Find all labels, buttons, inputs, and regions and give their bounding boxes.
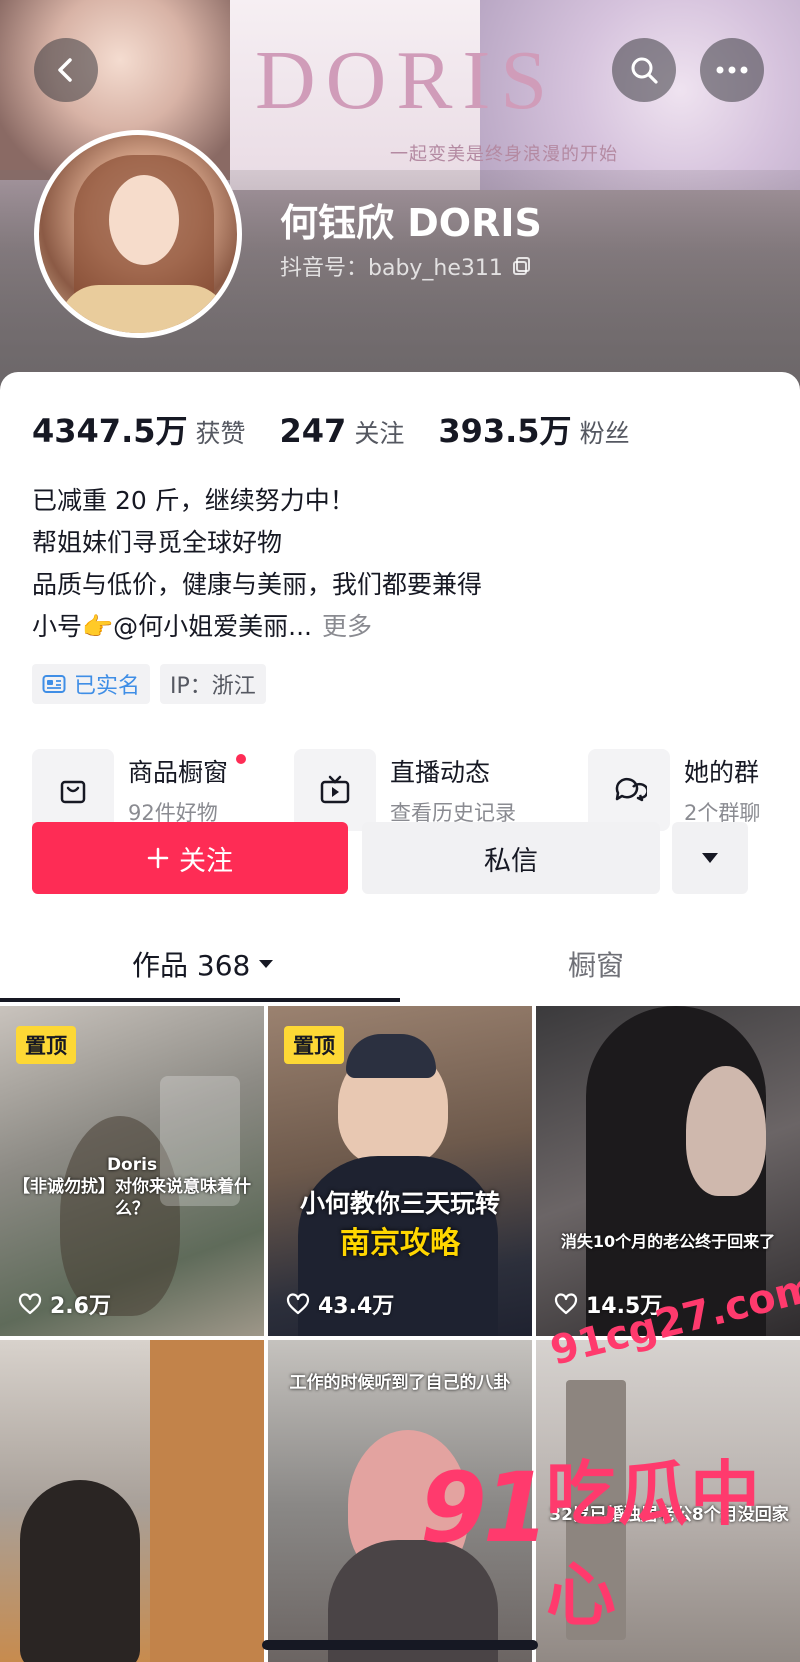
bio-line-text: 小号👉@何小姐爱美丽... — [32, 612, 312, 641]
bio-line-last: 小号👉@何小姐爱美丽... 更多 — [32, 606, 772, 648]
heart-icon — [18, 1293, 42, 1315]
watermark-logo: 91 — [420, 1452, 550, 1564]
feature-title: 她的群 — [684, 758, 760, 787]
video-caption-highlight: 南京攻略 — [340, 1226, 460, 1261]
stat-value: 4347.5万 — [32, 412, 188, 450]
stats-row: 4347.5万 获赞 247 关注 393.5万 粉丝 — [32, 406, 664, 452]
profile-page: DORIS 一起变美是终身浪漫的开始 何钰欣 DORIS 抖音号：baby_he… — [0, 0, 800, 1662]
feature-icon-box — [32, 749, 114, 831]
feature-icon-box — [588, 749, 670, 831]
feature-group-chat[interactable]: 她的群 2个群聊 — [588, 748, 760, 832]
video-caption: 消失10个月的老公终于回来了 — [560, 1232, 776, 1251]
more-options-button[interactable] — [672, 822, 748, 894]
verified-label: 已实名 — [74, 674, 141, 699]
verified-tag[interactable]: 已实名 — [32, 664, 151, 704]
like-count: 2.6万 — [18, 1288, 111, 1320]
follow-button[interactable]: 关注 — [32, 822, 348, 894]
bio[interactable]: 已减重 20 斤，继续努力中！ 帮姐妹们寻觅全球好物 品质与低价，健康与美丽，我… — [32, 480, 772, 648]
stat-following[interactable]: 247 关注 — [280, 412, 405, 450]
live-tv-icon — [320, 775, 350, 804]
content-tabs: 作品 368 橱窗 — [0, 932, 800, 1002]
stat-value: 393.5万 — [438, 412, 572, 450]
copy-icon[interactable] — [511, 255, 533, 277]
like-count-value: 43.4万 — [318, 1294, 395, 1319]
more-button[interactable] — [700, 38, 764, 102]
feature-title: 直播动态 — [390, 758, 491, 787]
video-caption: 小何教你三天玩转 — [299, 1189, 500, 1218]
ip-location-label: IP：浙江 — [170, 674, 256, 699]
video-caption: 工作的时候听到了自己的八卦 — [289, 1373, 511, 1393]
like-count: 43.4万 — [286, 1288, 394, 1320]
follow-label: 关注 — [179, 845, 233, 877]
like-count-value: 2.6万 — [50, 1294, 111, 1319]
video-thumbnail[interactable] — [0, 1340, 264, 1662]
feature-title: 商品橱窗 — [128, 758, 229, 787]
stat-label: 粉丝 — [579, 419, 630, 448]
nickname: 何钰欣 DORIS — [280, 201, 542, 245]
shopping-bag-icon — [60, 780, 86, 804]
feature-icon-box — [294, 749, 376, 831]
video-caption: Doris 【非诚勿扰】对你来说意味着什么？ — [13, 1155, 251, 1219]
avatar[interactable] — [34, 130, 242, 338]
stat-followers[interactable]: 393.5万 粉丝 — [438, 406, 629, 452]
message-label: 私信 — [484, 845, 538, 877]
pinned-badge: 置顶 — [284, 1026, 344, 1064]
ip-location-tag: IP：浙江 — [160, 664, 266, 704]
feature-row: 商品橱窗 92件好物 直播动态 查看历史记录 她的群 2个群聊 — [32, 748, 800, 832]
id-card-icon — [42, 675, 66, 693]
search-icon — [631, 57, 658, 84]
profile-tags: 已实名 IP：浙江 — [32, 664, 266, 704]
bio-line: 帮姐妹们寻觅全球好物 — [32, 528, 283, 557]
group-chat-icon — [615, 777, 647, 802]
feature-live[interactable]: 直播动态 查看历史记录 — [294, 748, 516, 832]
stat-value: 247 — [279, 412, 347, 450]
douyin-id[interactable]: 抖音号：baby_he311 — [280, 250, 533, 282]
plus-icon — [147, 847, 169, 869]
bio-line: 已减重 20 斤，继续努力中！ — [32, 486, 355, 515]
tab-works-label: 作品 368 — [132, 949, 251, 982]
caret-down-icon — [702, 853, 718, 863]
more-dots-icon — [716, 66, 748, 74]
tab-shop-window[interactable]: 橱窗 — [568, 944, 624, 984]
stat-likes[interactable]: 4347.5万 获赞 — [32, 406, 246, 452]
tab-active-indicator — [0, 998, 400, 1002]
notification-dot — [236, 754, 246, 764]
back-button[interactable] — [34, 38, 98, 102]
douyin-id-text: 抖音号：baby_he311 — [280, 256, 503, 281]
pinned-badge: 置顶 — [16, 1026, 76, 1064]
brand-logo: DORIS — [255, 34, 558, 127]
watermark-text: 吃瓜中心 — [546, 1453, 762, 1636]
stat-label: 获赞 — [195, 419, 246, 448]
bio-line: 品质与低价，健康与美丽，我们都要兼得 — [32, 570, 483, 599]
search-button[interactable] — [612, 38, 676, 102]
video-thumbnail[interactable]: 置顶 Doris 【非诚勿扰】对你来说意味着什么？ 2.6万 — [0, 1006, 264, 1336]
heart-icon — [286, 1293, 310, 1315]
caret-down-icon — [259, 960, 274, 968]
home-indicator[interactable] — [262, 1640, 538, 1650]
video-thumbnail[interactable]: 置顶 小何教你三天玩转 南京攻略 43.4万 — [268, 1006, 532, 1336]
bio-more-link[interactable]: 更多 — [322, 612, 372, 641]
chevron-left-icon — [58, 58, 72, 82]
action-row: 关注 私信 — [32, 822, 800, 894]
brand-slogan: 一起变美是终身浪漫的开始 — [390, 144, 618, 165]
heart-icon — [554, 1293, 578, 1315]
stat-label: 关注 — [354, 419, 405, 448]
feature-shop-window[interactable]: 商品橱窗 92件好物 — [32, 748, 246, 832]
message-button[interactable]: 私信 — [362, 822, 660, 894]
tab-works[interactable]: 作品 368 — [132, 944, 274, 984]
